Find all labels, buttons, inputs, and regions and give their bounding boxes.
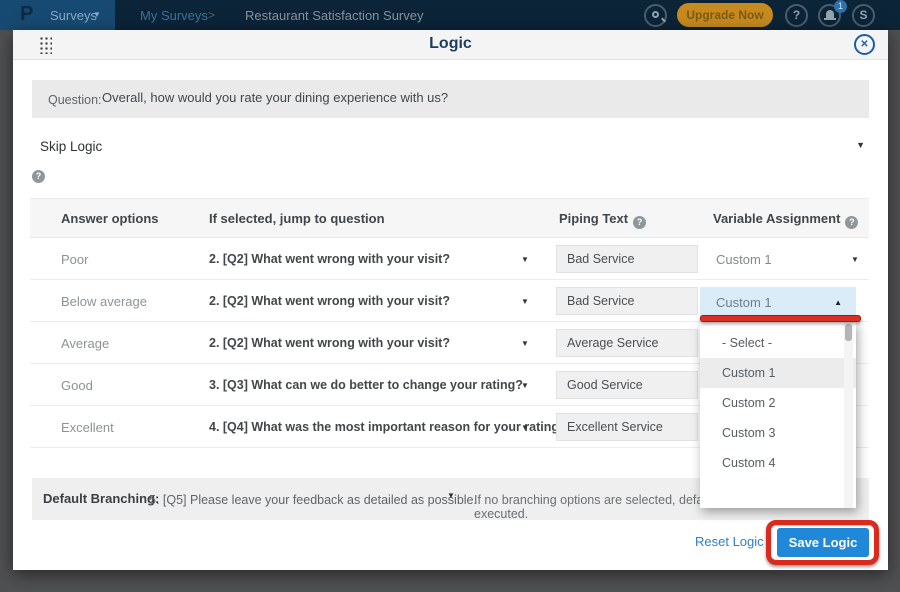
brand-block: P Surveys ▼ bbox=[0, 0, 115, 30]
help-button[interactable]: ? bbox=[785, 4, 808, 27]
dropdown-option-custom2[interactable]: Custom 2 bbox=[700, 388, 856, 418]
chevron-down-icon: ▼ bbox=[856, 140, 865, 150]
top-bar: P Surveys ▼ My Surveys > Restaurant Sati… bbox=[0, 0, 900, 30]
logic-type-value: Skip Logic bbox=[40, 139, 102, 154]
piping-text-input[interactable]: Good Service bbox=[556, 371, 698, 399]
skip-logic-help-icon[interactable]: ? bbox=[32, 170, 45, 183]
close-icon[interactable]: ✕ bbox=[854, 34, 875, 55]
jump-question-select[interactable]: 2. [Q2] What went wrong with your visit? bbox=[209, 336, 450, 350]
variable-assignment-help-icon[interactable]: ? bbox=[845, 216, 858, 229]
default-branching-select[interactable]: 5. [Q5] Please leave your feedback as de… bbox=[149, 493, 477, 507]
piping-text-input[interactable]: Average Service bbox=[556, 329, 698, 357]
table-header: Answer options If selected, jump to ques… bbox=[30, 198, 869, 238]
piping-text-input[interactable]: Bad Service bbox=[556, 245, 698, 273]
dropdown-option-custom3[interactable]: Custom 3 bbox=[700, 418, 856, 448]
modal-header: Logic ✕ bbox=[13, 30, 888, 60]
question-text: Overall, how would you rate your dining … bbox=[102, 90, 448, 105]
answer-option-label: Good bbox=[61, 378, 93, 393]
piping-text-input[interactable]: Excellent Service bbox=[556, 413, 698, 441]
variable-dropdown-panel: - Select - Custom 1 Custom 2 Custom 3 Cu… bbox=[700, 322, 856, 508]
breadcrumb-separator-icon: > bbox=[208, 8, 215, 22]
variable-select[interactable]: Custom 1 bbox=[716, 252, 772, 267]
logic-type-select[interactable]: Skip Logic ▼ bbox=[32, 132, 869, 162]
save-logic-button[interactable]: Save Logic bbox=[777, 528, 869, 557]
scrollbar-thumb[interactable] bbox=[845, 324, 852, 341]
modal-title: Logic bbox=[13, 35, 888, 53]
upgrade-now-button[interactable]: Upgrade Now bbox=[677, 3, 773, 27]
default-branching-label: Default Branching: bbox=[43, 491, 159, 506]
answer-option-label: Below average bbox=[61, 294, 147, 309]
chevron-down-icon[interactable]: ▼ bbox=[521, 381, 529, 390]
dropdown-option-select[interactable]: - Select - bbox=[700, 328, 856, 358]
column-header-jump-to-question: If selected, jump to question bbox=[209, 211, 385, 226]
chevron-down-icon[interactable]: ▼ bbox=[521, 255, 529, 264]
chevron-down-icon[interactable]: ▼ bbox=[851, 255, 859, 264]
chevron-down-icon[interactable]: ▼ bbox=[521, 423, 529, 432]
piping-text-help-icon[interactable]: ? bbox=[633, 216, 646, 229]
column-header-variable-assignment: Variable Assignment? bbox=[713, 211, 858, 229]
jump-question-select[interactable]: 4. [Q4] What was the most important reas… bbox=[209, 420, 567, 434]
logic-modal: Logic ✕ Question: Overall, how would you… bbox=[13, 30, 888, 570]
question-label: Question: bbox=[48, 93, 102, 107]
variable-select-open[interactable]: Custom 1 ▲ bbox=[700, 287, 856, 317]
bell-icon bbox=[826, 10, 834, 18]
nav-surveys[interactable]: Surveys bbox=[50, 8, 97, 23]
chevron-down-icon[interactable]: ▼ bbox=[521, 339, 529, 348]
chevron-up-icon: ▲ bbox=[834, 298, 842, 307]
column-header-piping-text: Piping Text? bbox=[559, 211, 646, 229]
table-row: Poor 2. [Q2] What went wrong with your v… bbox=[30, 238, 869, 280]
jump-question-select[interactable]: 3. [Q3] What can we do better to change … bbox=[209, 378, 523, 392]
jump-question-select[interactable]: 2. [Q2] What went wrong with your visit? bbox=[209, 252, 450, 266]
answer-option-label: Excellent bbox=[61, 420, 114, 435]
dropdown-scrollbar[interactable] bbox=[844, 322, 853, 508]
app-logo[interactable]: P bbox=[20, 3, 33, 26]
question-bar: Question: Overall, how would you rate yo… bbox=[32, 80, 869, 118]
piping-text-input[interactable]: Bad Service bbox=[556, 287, 698, 315]
jump-question-select[interactable]: 2. [Q2] What went wrong with your visit? bbox=[209, 294, 450, 308]
chevron-down-icon[interactable]: ▼ bbox=[447, 491, 455, 500]
answer-option-label: Average bbox=[61, 336, 109, 351]
variable-select-value: Custom 1 bbox=[716, 295, 772, 310]
column-header-answer-options: Answer options bbox=[61, 211, 159, 226]
annotation-underline bbox=[700, 315, 861, 322]
dropdown-option-custom1[interactable]: Custom 1 bbox=[700, 358, 856, 388]
dropdown-option-custom4[interactable]: Custom 4 bbox=[700, 448, 856, 478]
avatar[interactable]: S bbox=[852, 4, 875, 27]
answer-option-label: Poor bbox=[61, 252, 88, 267]
reset-logic-link[interactable]: Reset Logic bbox=[695, 534, 764, 549]
breadcrumb-my-surveys[interactable]: My Surveys bbox=[140, 8, 208, 23]
notification-badge: 1 bbox=[834, 0, 847, 13]
chevron-down-icon[interactable]: ▼ bbox=[521, 297, 529, 306]
chevron-down-icon: ▼ bbox=[93, 10, 101, 19]
search-icon bbox=[652, 11, 659, 18]
breadcrumb-current-survey: Restaurant Satisfaction Survey bbox=[245, 8, 423, 23]
search-button[interactable] bbox=[644, 4, 667, 27]
